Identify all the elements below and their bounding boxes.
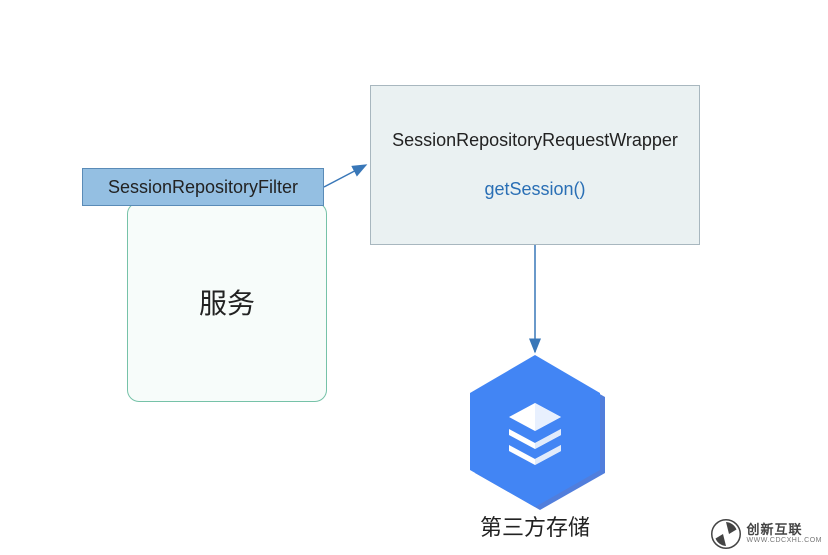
filter-label: SessionRepositoryFilter xyxy=(108,177,298,198)
service-node: 服务 xyxy=(127,202,327,402)
watermark-text: 创新互联 WWW.CDCXHL.COM xyxy=(747,523,822,545)
watermark-icon xyxy=(711,519,741,549)
filter-node: SessionRepositoryFilter xyxy=(82,168,324,206)
edge-filter-to-wrapper xyxy=(324,165,366,187)
watermark: 创新互联 WWW.CDCXHL.COM xyxy=(711,519,822,549)
wrapper-label: SessionRepositoryRequestWrapper xyxy=(392,130,678,151)
wrapper-method: getSession() xyxy=(484,179,585,200)
watermark-en: WWW.CDCXHL.COM xyxy=(747,537,822,545)
arrows-layer xyxy=(0,0,828,555)
storage-label: 第三方存储 xyxy=(465,510,605,542)
service-label: 服务 xyxy=(199,282,255,322)
storage-node xyxy=(465,355,605,515)
wrapper-node: SessionRepositoryRequestWrapper getSessi… xyxy=(370,85,700,245)
watermark-cn: 创新互联 xyxy=(747,523,822,537)
